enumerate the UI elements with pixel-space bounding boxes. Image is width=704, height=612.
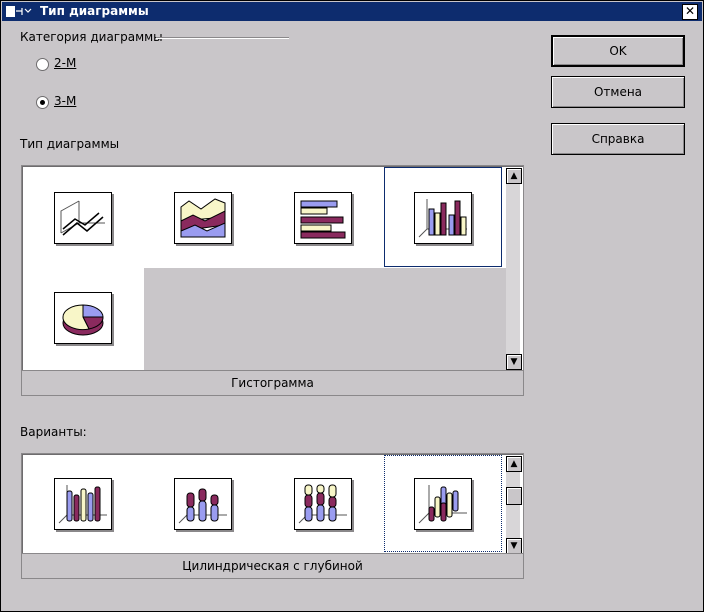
arrow-up-icon: ▲ [510,459,518,469]
window-title: Тип диаграммы [40,4,149,18]
variant-cylinders-normal-icon [54,478,112,530]
variant-normal[interactable] [22,454,142,552]
chart-type-caption: Гистограмма [22,370,523,395]
title-bar[interactable]: Тип диаграммы ✕ [2,2,702,21]
ok-button[interactable]: OK [551,35,685,67]
cancel-button[interactable]: Отмена [551,76,685,108]
variant-deep[interactable] [384,454,508,552]
scroll-up-button[interactable]: ▲ [506,168,522,184]
radio-3d[interactable] [36,96,49,109]
close-button[interactable]: ✕ [682,4,698,20]
radio-3d-dot [40,100,45,105]
category-separator [156,37,289,39]
variants-scroll-down-button[interactable]: ▼ [506,538,522,554]
variants-list[interactable]: ▲ ▼ Цилиндрическая с глубиной [21,453,524,579]
variant-cylinders-deep-icon [414,478,472,530]
variants-scroll-up-button[interactable]: ▲ [506,456,522,472]
variant-cylinders-percent-icon [294,478,352,530]
variant-cylinders-stacked-icon [174,478,232,530]
chart-3d-bars-horizontal-icon [294,192,352,244]
chart-type-list[interactable]: ▲ ▼ Гистограмма [21,165,524,396]
radio-3d-label[interactable]: 3-М [54,94,76,108]
chart-type-pie[interactable] [22,268,142,370]
chart-type-columns[interactable] [384,166,508,268]
variants-label: Варианты: [20,425,87,439]
variants-scrollbar[interactable]: ▲ ▼ [506,456,522,554]
chart-3d-lines-icon [54,192,112,244]
scroll-down-button[interactable]: ▼ [506,354,522,370]
chart-type-lines[interactable] [22,166,142,268]
chart-type-bars-horizontal[interactable] [266,166,386,268]
help-button[interactable]: Справка [551,123,685,155]
radio-2d[interactable] [36,58,49,71]
window-icon[interactable] [5,5,33,18]
variants-caption: Цилиндрическая с глубиной [22,553,523,578]
chart-type-dialog: Тип диаграммы ✕ Категория диаграммы 2-М … [0,0,704,612]
arrow-up-icon: ▲ [510,171,518,181]
empty-area [144,268,506,370]
chart-type-label: Тип диаграммы [20,137,120,151]
close-icon: ✕ [684,4,696,18]
chart-type-scrollbar[interactable]: ▲ ▼ [506,168,522,370]
chart-3d-columns-icon [414,192,472,244]
chart-type-area[interactable] [144,166,264,268]
variant-percent[interactable] [266,454,386,552]
category-label: Категория диаграммы [20,30,163,44]
arrow-down-icon: ▼ [510,541,518,551]
variant-stacked[interactable] [144,454,264,552]
arrow-down-icon: ▼ [510,357,518,367]
variants-scroll-thumb[interactable] [506,487,522,505]
chart-3d-area-icon [174,192,232,244]
radio-2d-label[interactable]: 2-М [54,56,76,70]
chart-3d-pie-icon [54,292,112,344]
